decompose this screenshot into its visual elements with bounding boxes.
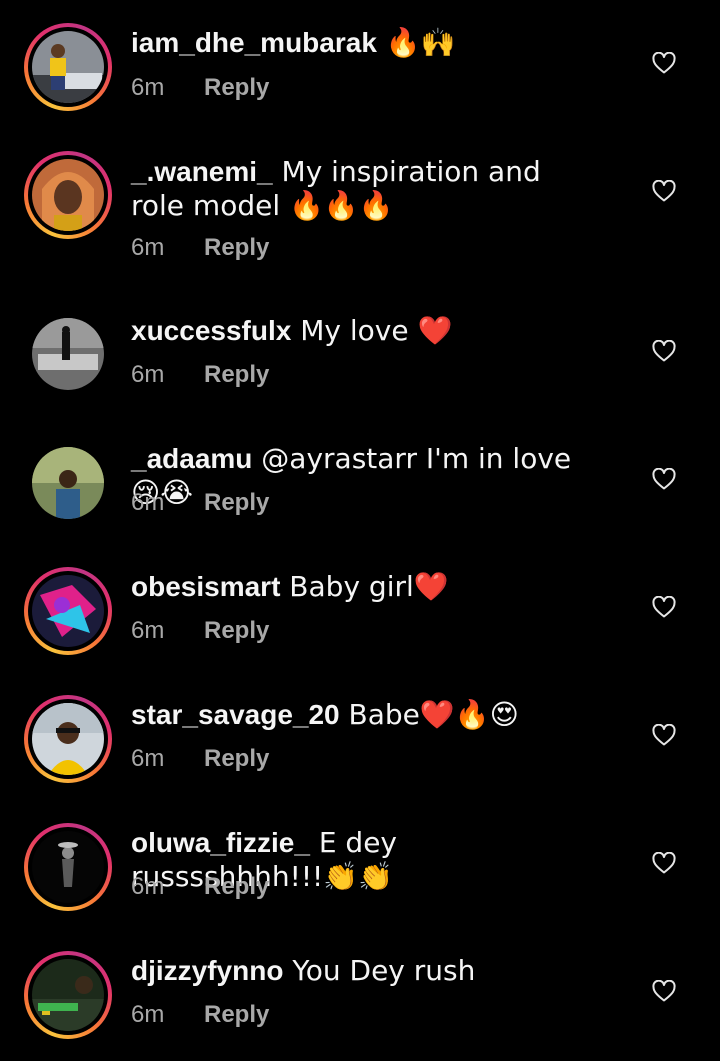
avatar-photo (32, 831, 104, 903)
comment-username[interactable]: star_savage_20 (131, 699, 340, 730)
comment-timestamp: 6m (131, 489, 165, 516)
avatar[interactable] (24, 151, 112, 239)
reply-button[interactable]: Reply (204, 234, 269, 261)
comment-meta: 6m Reply (131, 872, 269, 902)
comment-text: djizzyfynno You Dey rush (131, 954, 591, 988)
avatar[interactable] (24, 23, 112, 111)
avatar-photo (32, 159, 104, 231)
comment-body: Babe❤️🔥😍 (339, 698, 519, 731)
reply-button[interactable]: Reply (204, 617, 269, 644)
avatar-photo (32, 318, 104, 390)
heart-outline-icon[interactable] (652, 724, 676, 746)
comment-timestamp: 6m (131, 873, 165, 900)
comment-username[interactable]: oluwa_fizzie_ (131, 827, 310, 858)
heart-outline-icon[interactable] (652, 180, 676, 202)
reply-button[interactable]: Reply (204, 873, 269, 900)
comment-meta: 6m Reply (131, 616, 269, 646)
avatar[interactable] (24, 310, 112, 398)
comment-text: _.wanemi_ My inspiration and role model … (131, 155, 591, 223)
comment-meta: 6m Reply (131, 233, 269, 263)
comment-text: star_savage_20 Babe❤️🔥😍 (131, 698, 591, 732)
reply-button[interactable]: Reply (204, 489, 269, 516)
comment-username[interactable]: xuccessfulx (131, 315, 291, 346)
comment-timestamp: 6m (131, 745, 165, 772)
comment-body: My love ❤️ (291, 314, 453, 347)
heart-outline-icon[interactable] (652, 52, 676, 74)
reply-button[interactable]: Reply (204, 745, 269, 772)
comment-meta: 6m Reply (131, 1000, 269, 1030)
comment-username[interactable]: djizzyfynno (131, 955, 283, 986)
avatar[interactable] (24, 439, 112, 527)
heart-outline-icon[interactable] (652, 980, 676, 1002)
comment-text: xuccessfulx My love ❤️ (131, 314, 591, 348)
heart-outline-icon[interactable] (652, 852, 676, 874)
avatar[interactable] (24, 695, 112, 783)
comment-body: 🔥🙌 (376, 26, 456, 59)
heart-outline-icon[interactable] (652, 596, 676, 618)
comment-timestamp: 6m (131, 74, 165, 101)
comment-timestamp: 6m (131, 1001, 165, 1028)
avatar-photo (32, 31, 104, 103)
avatar[interactable] (24, 823, 112, 911)
comment-timestamp: 6m (131, 361, 165, 388)
comment-meta: 6m Reply (131, 488, 269, 518)
avatar-photo (32, 447, 104, 519)
avatar-photo (32, 959, 104, 1031)
comment-username[interactable]: obesismart (131, 571, 280, 602)
reply-button[interactable]: Reply (204, 361, 269, 388)
avatar[interactable] (24, 951, 112, 1039)
comment-meta: 6m Reply (131, 744, 269, 774)
comment-meta: 6m Reply (131, 360, 269, 390)
avatar-photo (32, 703, 104, 775)
heart-outline-icon[interactable] (652, 468, 676, 490)
comment-username[interactable]: _.wanemi_ (131, 156, 273, 187)
heart-outline-icon[interactable] (652, 340, 676, 362)
comment-meta: 6m Reply (131, 73, 269, 103)
avatar-photo (32, 575, 104, 647)
comment-username[interactable]: iam_dhe_mubarak (131, 27, 377, 58)
comment-timestamp: 6m (131, 617, 165, 644)
reply-button[interactable]: Reply (204, 74, 269, 101)
comment-username[interactable]: _adaamu (131, 443, 252, 474)
avatar[interactable] (24, 567, 112, 655)
comment-text: iam_dhe_mubarak 🔥🙌 (131, 26, 591, 60)
comment-body: You Dey rush (283, 954, 476, 987)
comment-timestamp: 6m (131, 234, 165, 261)
comment-body: Baby girl❤️ (280, 570, 449, 603)
reply-button[interactable]: Reply (204, 1001, 269, 1028)
comment-text: obesismart Baby girl❤️ (131, 570, 591, 604)
